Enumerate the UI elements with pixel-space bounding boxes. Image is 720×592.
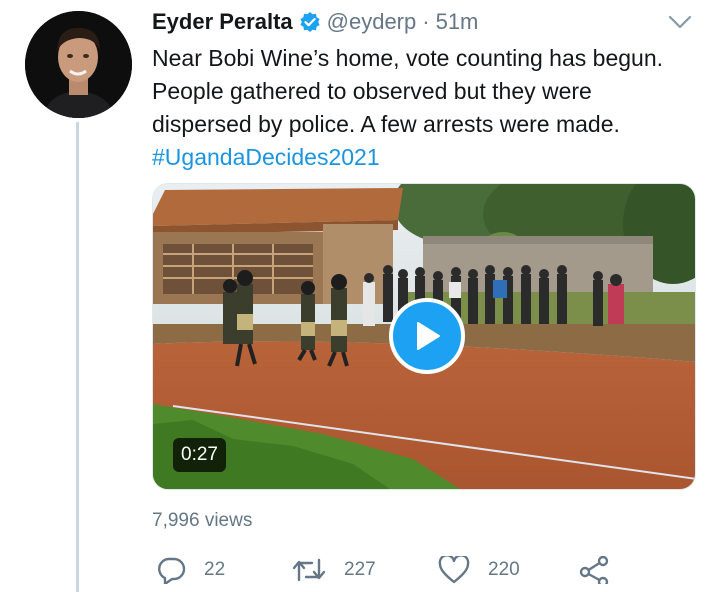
video-player[interactable]: 0:27 bbox=[152, 183, 696, 490]
view-count: 7,996 views bbox=[152, 510, 253, 531]
play-icon bbox=[417, 322, 440, 350]
tweet-body: Near Bobi Wine’s home, vote counting has… bbox=[152, 45, 663, 137]
tweet-actions: 22 227 220 bbox=[152, 556, 692, 586]
thread-line bbox=[76, 122, 79, 592]
header-separator: · bbox=[422, 9, 430, 34]
like-count: 220 bbox=[488, 559, 520, 580]
verified-badge-icon bbox=[299, 11, 321, 33]
reply-count: 22 bbox=[204, 559, 226, 580]
tweet-text: Near Bobi Wine’s home, vote counting has… bbox=[152, 42, 692, 174]
author-name[interactable]: Eyder Peralta bbox=[152, 7, 293, 37]
retweet-count: 227 bbox=[344, 559, 376, 580]
hashtag-link[interactable]: #UgandaDecides2021 bbox=[152, 144, 380, 170]
author-handle[interactable]: @eyderp bbox=[327, 7, 417, 37]
avatar[interactable] bbox=[25, 11, 132, 118]
play-button[interactable] bbox=[389, 298, 465, 374]
video-duration: 0:27 bbox=[173, 438, 226, 472]
tweet-header: Eyder Peralta @eyderp · 51m bbox=[152, 6, 478, 38]
chevron-down-icon[interactable] bbox=[666, 10, 694, 34]
tweet-time[interactable]: 51m bbox=[436, 7, 479, 37]
